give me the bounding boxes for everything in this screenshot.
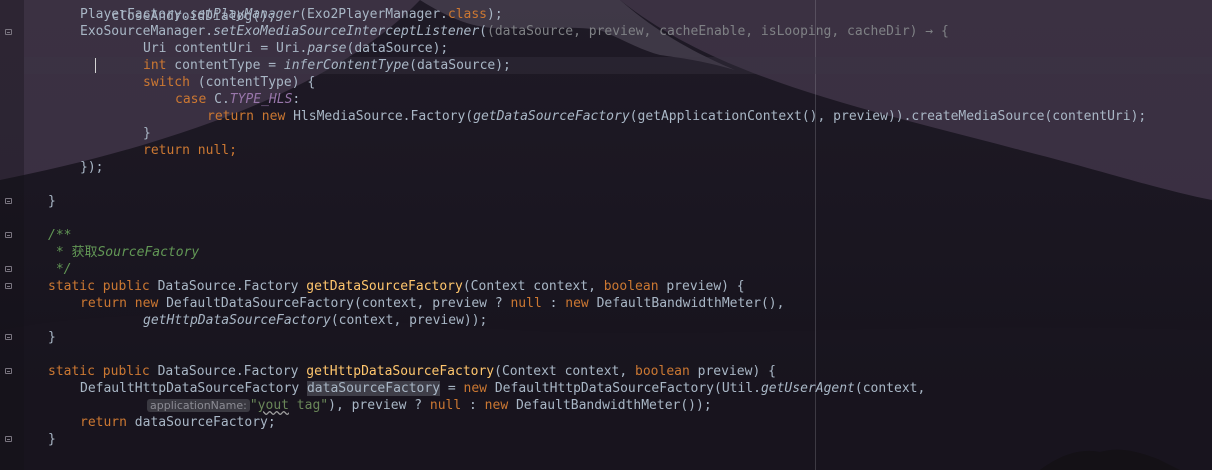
parameter-hint: applicationName: [147,399,250,412]
code-line: Uri contentUri = Uri.parse(dataSource); [143,41,449,56]
typo-warning: yout [257,398,289,413]
code-line: applicationName: "yout tag"), preview ? n… [147,397,712,414]
highlighted-identifier: dataSourceFactory [306,381,441,396]
code-line: DefaultHttpDataSourceFactory dataSourceF… [80,381,926,396]
code-line: }); [80,160,104,175]
code-line: } [48,330,56,345]
code-line: switch (contentType) { [143,75,316,90]
code-line: PlayerFactory.setPlayManager(Exo2PlayerM… [80,7,503,22]
code-line: int contentType = inferContentType(dataS… [143,58,511,73]
code-editor[interactable]: closeAndroidDialog(); PlayerFactory.setP… [0,0,1212,470]
code-line: getHttpDataSourceFactory(context, previe… [143,313,488,328]
code-line: } [48,432,56,447]
code-line: } [48,194,56,209]
doc-comment-line: * 获取SourceFactory [48,245,200,260]
doc-comment-line: */ [48,262,72,277]
code-line: return new DefaultDataSourceFactory(cont… [80,296,785,311]
code-line: } [143,126,151,141]
doc-comment-line: /** [48,228,72,243]
code-line: static public DataSource.Factory getData… [48,279,745,294]
text-caret [95,58,96,73]
code-line: ExoSourceManager.setExoMediaSourceInterc… [80,24,949,39]
code-line: return new HlsMediaSource.Factory(getDat… [207,109,1147,124]
code-line: return dataSourceFactory; [80,415,276,430]
folded-lambda: (dataSource, preview, cacheEnable, isLoo… [487,24,949,39]
code-line: case C.TYPE_HLS: [175,92,301,107]
code-line: return null; [143,143,237,158]
code-line: static public DataSource.Factory getHttp… [48,364,776,379]
